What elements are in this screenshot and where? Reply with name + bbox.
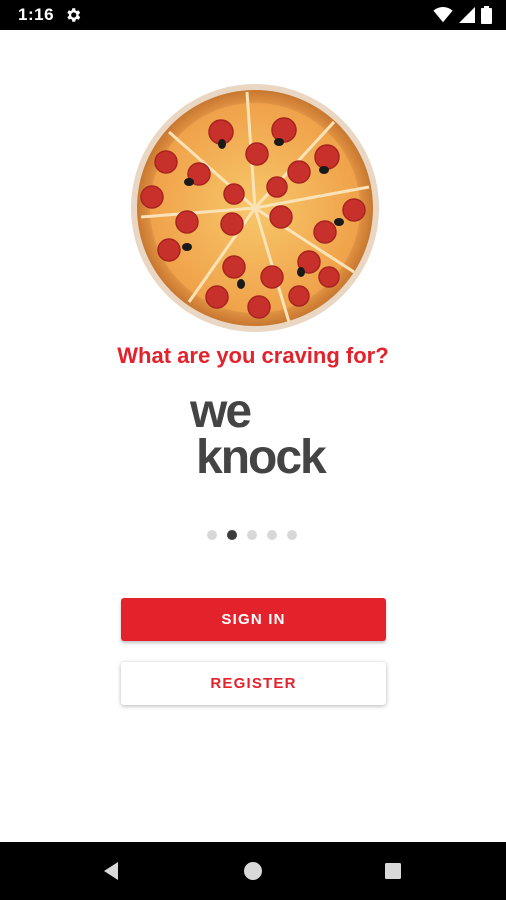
page-dot[interactable] xyxy=(207,530,217,540)
page-dot[interactable] xyxy=(247,530,257,540)
page-dot-active[interactable] xyxy=(227,530,237,540)
page-dot[interactable] xyxy=(267,530,277,540)
status-bar: 1:16 xyxy=(0,0,506,30)
navigation-bar xyxy=(0,842,506,900)
status-icons xyxy=(433,6,492,24)
battery-icon xyxy=(481,6,492,24)
register-button[interactable]: REGISTER xyxy=(121,662,386,705)
status-time: 1:16 xyxy=(18,5,55,24)
tagline: What are you craving for? xyxy=(117,343,389,368)
weknock-logo: we knock xyxy=(190,387,329,484)
pizza-image xyxy=(131,84,379,332)
signal-icon xyxy=(459,7,475,23)
sign-in-button[interactable]: SIGN IN xyxy=(121,598,386,641)
page-indicator xyxy=(207,530,297,540)
wifi-icon xyxy=(433,7,453,23)
recents-icon[interactable] xyxy=(383,861,403,881)
gear-icon xyxy=(67,8,81,22)
home-icon[interactable] xyxy=(242,860,264,882)
page-dot[interactable] xyxy=(287,530,297,540)
svg-text:knock: knock xyxy=(196,431,327,484)
back-icon[interactable] xyxy=(100,860,122,882)
